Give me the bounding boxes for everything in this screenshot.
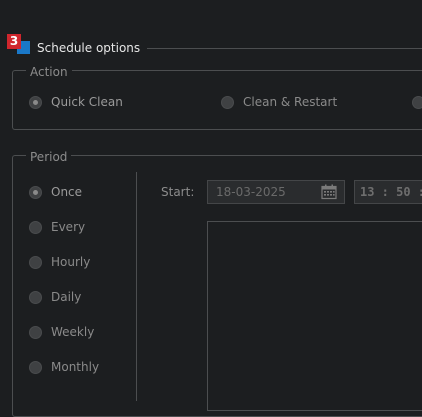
radio-indicator xyxy=(29,360,42,374)
start-label: Start: xyxy=(161,185,195,199)
period-divider xyxy=(136,172,137,401)
radio-hourly[interactable]: Hourly xyxy=(29,254,90,270)
radio-daily[interactable]: Daily xyxy=(29,289,81,305)
radio-indicator xyxy=(29,255,42,269)
radio-indicator xyxy=(412,95,422,109)
radio-label: Monthly xyxy=(51,360,100,374)
schedule-detail-panel xyxy=(207,221,422,411)
radio-indicator xyxy=(29,185,42,199)
start-time-field[interactable]: 13 : 50 : 51 xyxy=(354,180,422,204)
radio-weekly[interactable]: Weekly xyxy=(29,324,94,340)
radio-indicator xyxy=(221,95,234,109)
radio-action-third[interactable] xyxy=(412,94,422,110)
section-title: Schedule options xyxy=(37,41,141,55)
radio-once[interactable]: Once xyxy=(29,184,82,200)
radio-indicator xyxy=(29,95,42,109)
radio-every[interactable]: Every xyxy=(29,219,85,235)
calendar-icon[interactable] xyxy=(321,184,337,200)
radio-label: Every xyxy=(51,220,86,234)
radio-label: Weekly xyxy=(51,325,95,339)
radio-clean-restart[interactable]: Clean & Restart xyxy=(221,94,337,110)
title-divider xyxy=(147,48,422,49)
action-legend: Action xyxy=(26,65,72,79)
radio-label: Once xyxy=(51,185,83,199)
radio-label: Daily xyxy=(51,290,82,304)
radio-indicator xyxy=(29,290,42,304)
radio-monthly[interactable]: Monthly xyxy=(29,359,99,375)
radio-indicator xyxy=(29,220,42,234)
radio-label: Clean & Restart xyxy=(243,95,338,109)
radio-label: Hourly xyxy=(51,255,91,269)
radio-indicator xyxy=(29,325,42,339)
period-legend: Period xyxy=(26,150,72,164)
radio-label: Quick Clean xyxy=(51,95,123,109)
radio-quick-clean[interactable]: Quick Clean xyxy=(29,94,123,110)
step-badge: 3 xyxy=(7,34,21,49)
